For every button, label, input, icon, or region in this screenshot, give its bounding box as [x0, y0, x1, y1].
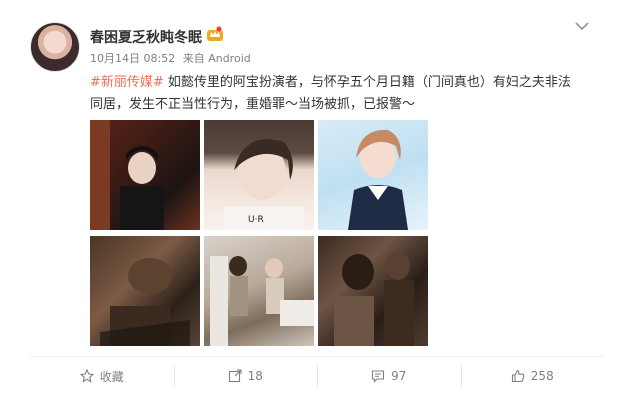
comment-count: 97	[391, 369, 407, 383]
photo-1[interactable]	[90, 120, 200, 230]
post-text: #新丽传媒# 如懿传里的阿宝扮演者，与怀孕五个月日籍（门间真也）有妇之夫非法同居…	[90, 72, 580, 116]
avatar[interactable]	[30, 22, 80, 72]
hashtag-link[interactable]: #新丽传媒#	[90, 75, 164, 90]
chevron-down-icon[interactable]	[574, 20, 590, 32]
repost-count: 18	[247, 369, 263, 383]
photo-5[interactable]	[204, 236, 314, 346]
comment-button[interactable]: 97	[317, 357, 461, 395]
post-timestamp[interactable]: 10月14日 08:52	[90, 52, 175, 65]
action-bar: 收藏 18 97 258	[30, 357, 604, 395]
source-prefix: 来自	[182, 52, 205, 65]
photo-6[interactable]	[318, 236, 428, 346]
photo-2[interactable]: U·R	[204, 120, 314, 230]
repost-button[interactable]: 18	[173, 357, 318, 395]
thumbs-up-icon	[511, 369, 525, 383]
star-icon	[79, 369, 94, 383]
comment-icon	[372, 370, 385, 383]
post-source: Android	[208, 52, 251, 65]
favorite-button[interactable]: 收藏	[30, 357, 174, 395]
weibo-post: 春困夏乏秋盹冬眠 10月14日 08:52 来自 Android #新丽传媒# …	[0, 0, 634, 404]
post-meta: 10月14日 08:52 来自 Android	[90, 50, 251, 66]
photo-3[interactable]	[318, 120, 428, 230]
like-count: 258	[530, 369, 554, 383]
crown-icon	[207, 26, 223, 41]
image-grid: U·R	[90, 120, 430, 346]
svg-text:U·R: U·R	[248, 215, 264, 225]
like-button[interactable]: 258	[460, 357, 605, 395]
photo-4[interactable]	[90, 236, 200, 346]
favorite-label: 收藏	[99, 369, 124, 384]
author-name[interactable]: 春困夏乏秋盹冬眠	[90, 27, 202, 47]
repost-icon	[228, 369, 242, 383]
